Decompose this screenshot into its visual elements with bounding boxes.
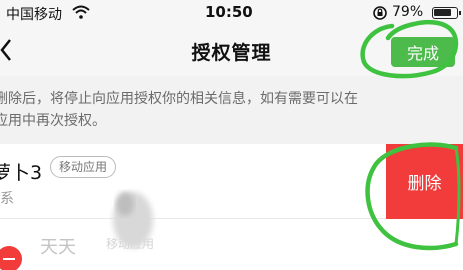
clock-time: 10:50 bbox=[205, 3, 253, 21]
carrier-name: 中国移动 bbox=[6, 7, 62, 23]
status-bar: 中国移动 10:50 79% bbox=[0, 0, 463, 26]
info-text-line-2: 应用中再次授权。 bbox=[0, 113, 106, 129]
battery-percent: 79% bbox=[392, 4, 424, 20]
remove-circle-icon[interactable] bbox=[0, 246, 22, 270]
delete-button[interactable]: 删除 bbox=[386, 144, 463, 219]
rotation-lock-icon bbox=[373, 6, 387, 20]
app-type-tag: 移动应用 bbox=[106, 237, 155, 251]
battery-level-fill bbox=[434, 9, 451, 16]
nav-bar: 授权管理 完成 bbox=[0, 26, 463, 76]
app-name: 天天 bbox=[40, 237, 76, 258]
app-subtitle: 系 bbox=[0, 191, 14, 207]
app-name: 萝卜3 bbox=[0, 162, 43, 184]
info-banner: 删除后，将停止向应用授权你的相关信息，如有需要可以在 应用中再次授权。 bbox=[0, 76, 463, 144]
app-type-tag: 移动应用 bbox=[50, 156, 117, 178]
wifi-icon bbox=[72, 5, 90, 19]
done-button[interactable]: 完成 bbox=[391, 37, 455, 67]
authorized-app-row[interactable]: 萝卜3 移动应用 系 删除 bbox=[0, 144, 463, 219]
battery-icon bbox=[432, 7, 461, 19]
info-text-line-1: 删除后，将停止向应用授权你的相关信息，如有需要可以在 bbox=[0, 91, 358, 107]
authorized-app-row[interactable]: 天天 移动应用 bbox=[0, 219, 463, 270]
